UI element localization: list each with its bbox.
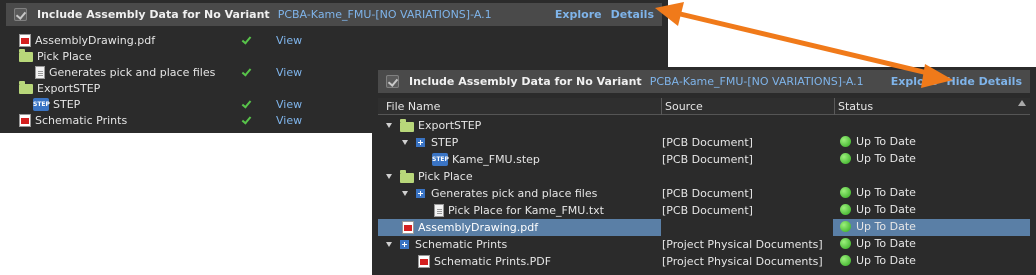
source-cell: [Project Physical Documents] <box>662 238 823 251</box>
file-name: Schematic Prints.PDF <box>434 255 552 268</box>
file-name: AssemblyDrawing.pdf <box>418 221 539 234</box>
status-text: Up To Date <box>856 254 916 267</box>
document-icon <box>434 204 444 217</box>
pdf-icon <box>418 255 430 268</box>
checkmark-icon <box>241 114 252 125</box>
status-ok-icon <box>840 255 851 266</box>
view-link[interactable]: View <box>276 98 302 111</box>
column-header-source[interactable]: Source <box>665 100 703 113</box>
list-item: AssemblyDrawing.pdf View <box>0 32 668 48</box>
assembly-panel-details: Include Assembly Data for No Variant PCB… <box>372 67 1036 275</box>
status-ok-icon <box>840 238 851 249</box>
status-ok-icon <box>840 136 851 147</box>
file-name: STEP <box>431 136 459 149</box>
panel-title: Include Assembly Data for No Variant <box>37 8 270 21</box>
source-cell <box>661 219 833 236</box>
status-ok-icon <box>840 221 851 232</box>
status-text: Up To Date <box>856 237 916 250</box>
pdf-icon <box>19 113 31 127</box>
list-item: Pick Place <box>0 48 668 64</box>
table-row[interactable]: Pick Place for Kame_FMU.txt [PCB Documen… <box>378 202 1030 219</box>
table-row[interactable]: STEP [PCB Document] Up To Date <box>378 134 1030 151</box>
source-cell: [PCB Document] <box>662 153 753 166</box>
panel-header: Include Assembly Data for No Variant PCB… <box>378 70 1030 93</box>
status-ok-icon <box>840 153 851 164</box>
table-row[interactable]: STEP Kame_FMU.step [PCB Document] Up To D… <box>378 151 1030 168</box>
table-row[interactable]: Schematic Prints.PDF [Project Physical D… <box>378 253 1030 270</box>
column-header-file-name[interactable]: File Name <box>386 100 440 113</box>
status-ok-icon <box>840 187 851 198</box>
view-link[interactable]: View <box>276 66 302 79</box>
step-icon: STEP <box>33 97 50 111</box>
panel-subtitle: PCBA-Kame_FMU-[NO VARIATIONS]-A.1 <box>277 8 492 21</box>
status-text: Up To Date <box>856 152 916 165</box>
document-icon <box>35 65 45 79</box>
item-label: Schematic Prints <box>35 113 128 127</box>
table-row[interactable]: Pick Place <box>378 168 1030 185</box>
table-header: File Name Source Status <box>378 98 1030 115</box>
file-name: Pick Place <box>418 170 473 183</box>
pdf-icon <box>402 221 414 234</box>
step-icon: STEP <box>432 153 449 166</box>
source-cell: [PCB Document] <box>662 204 753 217</box>
details-link[interactable]: Details <box>611 8 654 21</box>
view-link[interactable]: View <box>276 114 302 127</box>
item-label: STEP <box>53 97 81 111</box>
file-name: Kame_FMU.step <box>452 153 540 166</box>
status-text: Up To Date <box>856 186 916 199</box>
item-label: Pick Place <box>37 49 92 63</box>
output-job-icon <box>400 240 409 249</box>
item-label: ExportSTEP <box>37 81 101 95</box>
scroll-up-icon[interactable] <box>1018 100 1026 106</box>
expand-arrow-icon[interactable] <box>402 191 408 196</box>
folder-icon <box>400 169 414 183</box>
pdf-icon <box>19 33 31 47</box>
source-cell: [PCB Document] <box>662 187 753 200</box>
table-row-selected[interactable]: AssemblyDrawing.pdf Up To Date <box>378 219 1030 236</box>
folder-icon <box>19 81 33 94</box>
hide-details-link[interactable]: Hide Details <box>946 75 1022 88</box>
checkmark-icon <box>241 98 252 109</box>
status-text: Up To Date <box>856 135 916 148</box>
status-ok-icon <box>840 204 851 215</box>
item-label: Generates pick and place files <box>49 65 216 79</box>
panel-title: Include Assembly Data for No Variant <box>409 75 642 88</box>
column-divider[interactable] <box>834 98 835 115</box>
explore-link[interactable]: Explore <box>891 75 938 88</box>
file-name: ExportSTEP <box>418 119 482 132</box>
status-text: Up To Date <box>856 220 916 233</box>
panel-header: Include Assembly Data for No Variant PCB… <box>6 3 662 26</box>
file-name: Generates pick and place files <box>431 187 598 200</box>
view-link[interactable]: View <box>276 34 302 47</box>
file-name: Pick Place for Kame_FMU.txt <box>448 204 604 217</box>
include-checkbox[interactable] <box>14 8 27 21</box>
table-row[interactable]: Generates pick and place files [PCB Docu… <box>378 185 1030 202</box>
checkmark-icon <box>241 66 252 77</box>
status-text: Up To Date <box>856 203 916 216</box>
file-name: Schematic Prints <box>415 238 508 251</box>
expand-arrow-icon[interactable] <box>402 140 408 145</box>
output-job-icon <box>416 138 425 147</box>
item-label: AssemblyDrawing.pdf <box>35 33 156 47</box>
folder-icon <box>400 118 414 132</box>
expand-arrow-icon[interactable] <box>386 242 392 247</box>
output-job-icon <box>416 189 425 198</box>
expand-arrow-icon[interactable] <box>386 174 392 179</box>
folder-icon <box>19 49 33 62</box>
expand-arrow-icon[interactable] <box>386 123 392 128</box>
table-row[interactable]: ExportSTEP <box>378 117 1030 134</box>
include-checkbox[interactable] <box>386 75 399 88</box>
panel-subtitle: PCBA-Kame_FMU-[NO VARIATIONS]-A.1 <box>649 75 864 88</box>
checkmark-icon <box>241 34 252 45</box>
column-header-status[interactable]: Status <box>838 100 873 113</box>
column-divider[interactable] <box>661 98 662 115</box>
explore-link[interactable]: Explore <box>555 8 602 21</box>
source-cell: [PCB Document] <box>662 136 753 149</box>
table-row[interactable]: Schematic Prints [Project Physical Docum… <box>378 236 1030 253</box>
source-cell: [Project Physical Documents] <box>662 255 823 268</box>
